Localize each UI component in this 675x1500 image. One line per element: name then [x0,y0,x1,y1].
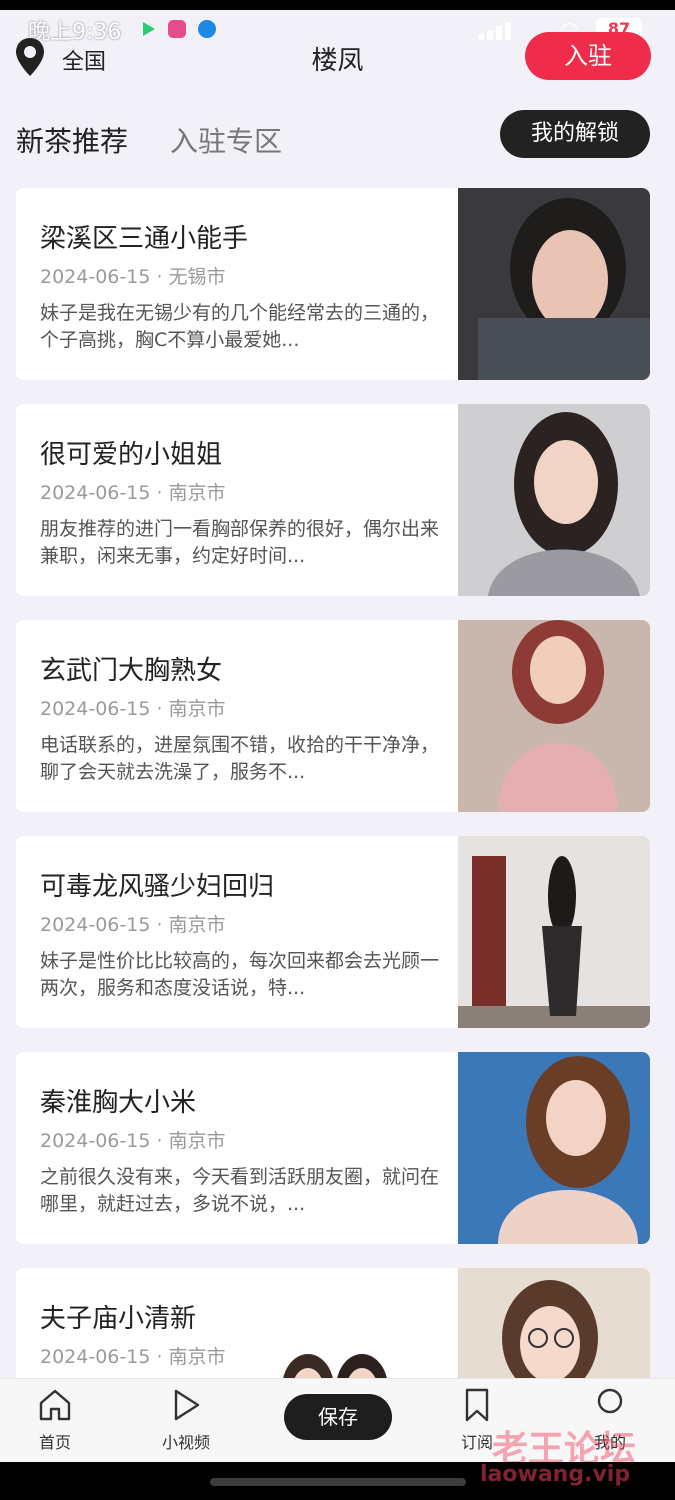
app-screen: 晚上9:36 ◠ 87 全国 楼凤 入驻 新茶推荐 入驻专区 我的解锁 梁溪区三… [0,10,675,1462]
save-button[interactable]: 保存 [284,1394,392,1440]
post-title: 夫子庙小清新 [40,1304,197,1334]
post-thumbnail [458,620,650,812]
join-button[interactable]: 入驻 [525,32,651,80]
post-description: 朋友推荐的进门一看胸部保养的很好，偶尔出来兼职，闲来无事，约定好时间... [40,518,440,567]
post-meta: 2024-06-15 · 南京市 [40,1130,226,1152]
nav-videos[interactable]: 小视频 [141,1387,231,1453]
header: 全国 楼凤 入驻 [0,20,675,90]
list-item[interactable]: 玄武门大胸熟女 2024-06-15 · 南京市 电话联系的，进屋氛围不错，收拾… [16,620,650,812]
home-icon [39,1389,71,1421]
tab-join-zone[interactable]: 入驻专区 [170,120,282,160]
post-title: 玄武门大胸熟女 [40,656,223,686]
post-title: 很可爱的小姐姐 [40,440,223,470]
list-item[interactable]: 很可爱的小姐姐 2024-06-15 · 南京市 朋友推荐的进门一看胸部保养的很… [16,404,650,596]
post-title: 梁溪区三通小能手 [40,224,249,254]
watermark-text: 老王论坛 [492,1429,637,1462]
post-meta: 2024-06-15 · 南京市 [40,914,226,936]
post-meta: 2024-06-15 · 南京市 [40,482,226,504]
list-item[interactable]: 秦淮胸大小米 2024-06-15 · 南京市 之前很久没有来，今天看到活跃朋友… [16,1052,650,1244]
post-description: 之前很久没有来，今天看到活跃朋友圈，就问在哪里，就赶过去，多说不说，... [40,1166,440,1215]
post-meta: 2024-06-15 · 无锡市 [40,266,226,288]
post-meta: 2024-06-15 · 南京市 [40,1346,226,1368]
list-item[interactable]: 梁溪区三通小能手 2024-06-15 · 无锡市 妹子是我在无锡少有的几个能经… [16,188,650,380]
list-item[interactable]: 可毒龙风骚少妇回归 2024-06-15 · 南京市 妹子是性价比比较高的，每次… [16,836,650,1028]
post-title: 可毒龙风骚少妇回归 [40,872,275,902]
post-meta: 2024-06-15 · 南京市 [40,698,226,720]
profile-icon [597,1388,623,1414]
nav-home-label: 首页 [38,1433,71,1452]
post-description: 妹子是我在无锡少有的几个能经常去的三通的，个子高挑，胸C不算小最爱她... [40,302,440,351]
post-thumbnail [458,404,650,596]
home-indicator[interactable] [210,1478,466,1486]
play-icon [174,1389,200,1421]
post-thumbnail [458,188,650,380]
nav-home[interactable]: 首页 [10,1387,100,1453]
post-description: 电话联系的，进屋氛围不错，收拾的干干净净，聊了会天就去洗澡了，服务不... [40,734,440,783]
post-description: 妹子是性价比比较高的，每次回来都会去光顾一两次，服务和态度没话说，特... [40,950,440,999]
nav-videos-label: 小视频 [161,1433,210,1452]
post-thumbnail [458,836,650,1028]
tab-new-recommend[interactable]: 新茶推荐 [16,120,128,160]
post-title: 秦淮胸大小米 [40,1088,197,1118]
post-thumbnail [458,1052,650,1244]
my-unlock-button[interactable]: 我的解锁 [500,110,650,158]
bookmark-icon [465,1388,489,1422]
watermark-url: laowang.vip [480,1462,631,1487]
